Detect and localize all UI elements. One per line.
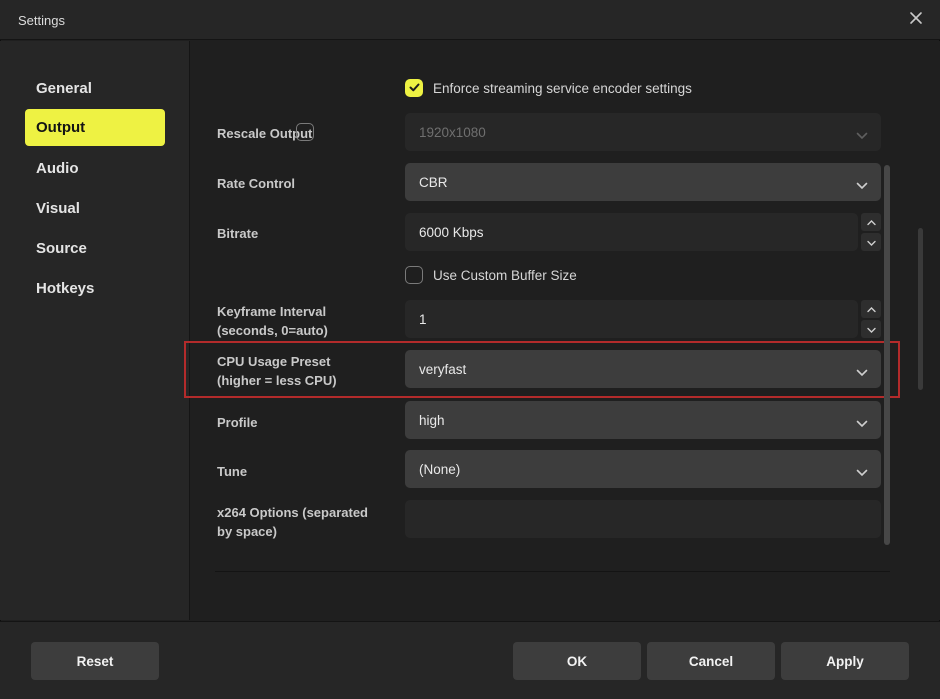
custom-buffer-label: Use Custom Buffer Size [433,268,577,283]
profile-value: high [419,413,445,428]
footer-bar: Reset OK Cancel Apply [0,621,940,699]
profile-dropdown[interactable]: high [405,401,881,439]
cancel-button[interactable]: Cancel [647,642,775,680]
sidebar-item-output[interactable]: Output [25,109,165,146]
cpu-preset-label: CPU Usage Preset (higher = less CPU) [217,352,337,390]
check-icon [409,79,420,97]
profile-label: Profile [217,413,257,432]
chevron-down-icon [856,178,868,193]
outer-scrollbar-thumb[interactable] [918,228,923,390]
tune-label: Tune [217,462,247,481]
keyframe-interval-spinner [861,300,881,338]
close-button[interactable] [902,7,930,33]
chevron-down-icon [856,465,868,480]
keyframe-interval-label-line1: Keyframe Interval [217,304,326,319]
chevron-down-icon [856,128,868,143]
enforce-encoder-checkbox[interactable] [405,79,423,97]
bitrate-spinner [861,213,881,251]
title-bar: Settings [0,0,940,40]
x264-options-input[interactable] [405,500,881,538]
keyframe-increment-button[interactable] [861,300,881,318]
x264-options-label-line2: by space) [217,524,277,539]
sidebar-item-label: Source [36,240,87,257]
keyframe-interval-value: 1 [419,312,427,327]
sidebar-item-label: Visual [36,200,80,217]
sidebar-item-audio[interactable]: Audio [0,148,189,188]
sidebar-item-visual[interactable]: Visual [0,188,189,228]
ok-button[interactable]: OK [513,642,641,680]
bitrate-increment-button[interactable] [861,213,881,231]
close-icon [909,11,923,30]
apply-button[interactable]: Apply [781,642,909,680]
bitrate-decrement-button[interactable] [861,233,881,251]
sidebar-item-label: General [36,80,92,97]
rate-control-value: CBR [419,175,448,190]
tune-dropdown[interactable]: (None) [405,450,881,488]
settings-sidebar: General Output Audio Visual Source Hotke… [0,41,190,620]
rescale-output-dropdown[interactable]: 1920x1080 [405,113,881,151]
rate-control-dropdown[interactable]: CBR [405,163,881,201]
chevron-down-icon [856,416,868,431]
chevron-up-icon [867,213,876,231]
section-divider [215,571,890,572]
cpu-preset-label-line1: CPU Usage Preset [217,354,330,369]
sidebar-item-source[interactable]: Source [0,228,189,268]
chevron-down-icon [867,233,876,251]
sidebar-item-hotkeys[interactable]: Hotkeys [0,268,189,308]
reset-button[interactable]: Reset [31,642,159,680]
bitrate-value: 6000 Kbps [419,225,484,240]
sidebar-item-label: Output [36,119,85,136]
rescale-output-value: 1920x1080 [419,125,486,140]
custom-buffer-checkbox[interactable] [405,266,423,284]
sidebar-item-general[interactable]: General [0,68,189,108]
cpu-preset-value: veryfast [419,362,466,377]
x264-options-label-line1: x264 Options (separated [217,505,368,520]
bitrate-label: Bitrate [217,224,258,243]
bitrate-input[interactable]: 6000 Kbps [405,213,858,251]
keyframe-interval-label-line2: (seconds, 0=auto) [217,323,328,338]
enforce-encoder-label: Enforce streaming service encoder settin… [433,81,692,96]
x264-options-label: x264 Options (separated by space) [217,503,368,541]
chevron-down-icon [856,365,868,380]
sidebar-item-label: Hotkeys [36,280,94,297]
tune-value: (None) [419,462,460,477]
inner-scrollbar-thumb[interactable] [884,165,890,545]
keyframe-interval-input[interactable]: 1 [405,300,858,338]
keyframe-interval-label: Keyframe Interval (seconds, 0=auto) [217,302,328,340]
chevron-down-icon [867,320,876,338]
cpu-preset-label-line2: (higher = less CPU) [217,373,337,388]
cpu-preset-dropdown[interactable]: veryfast [405,350,881,388]
window-title: Settings [18,13,65,28]
keyframe-decrement-button[interactable] [861,320,881,338]
settings-dialog: { "window": { "title": "Settings" }, "co… [0,0,940,699]
sidebar-item-label: Audio [36,160,79,177]
chevron-up-icon [867,300,876,318]
rescale-output-checkbox[interactable] [296,123,314,141]
rate-control-label: Rate Control [217,174,295,193]
